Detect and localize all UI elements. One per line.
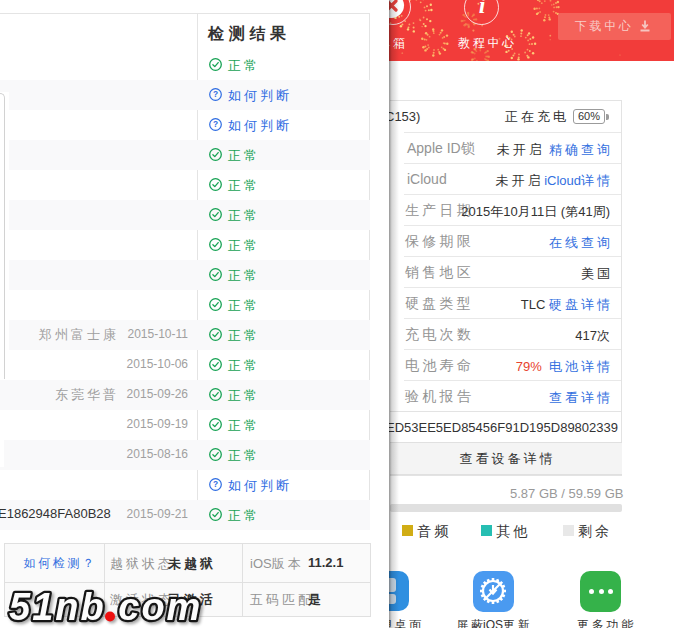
svg-text:51nb.com: 51nb.com [9, 586, 202, 628]
svg-text:?: ? [212, 89, 217, 99]
svg-text:?: ? [212, 119, 217, 129]
svg-text:?: ? [212, 479, 217, 489]
